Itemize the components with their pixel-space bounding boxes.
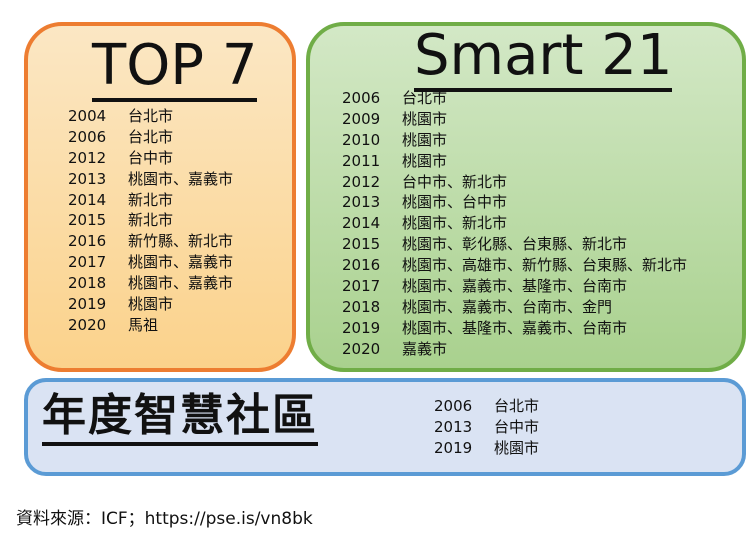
list-item: 2012 台中市 xyxy=(68,148,233,169)
year-label: 2018 xyxy=(342,297,381,316)
list-item: 2015 桃園市、彰化縣、台東縣、新北市 xyxy=(342,234,687,255)
year-label: 2006 xyxy=(434,397,473,415)
year-label: 2015 xyxy=(342,235,381,254)
list-item: 2018 桃園市、嘉義市 xyxy=(68,273,233,294)
year-label: 2012 xyxy=(342,172,381,191)
year-label: 2006 xyxy=(68,127,107,146)
year-label: 2016 xyxy=(342,256,381,275)
list-item: 2006 台北市 xyxy=(342,88,687,109)
year-label: 2006 xyxy=(342,89,381,107)
places-label: 新北市 xyxy=(128,190,174,209)
list-item: 2020 馬祖 xyxy=(68,315,233,336)
list-item: 2017 桃園市、嘉義市、基隆市、台南市 xyxy=(342,276,687,297)
list-item: 2013 桃園市、台中市 xyxy=(342,192,687,213)
list-item: 2015 新北市 xyxy=(68,210,233,231)
places-label: 桃園市 xyxy=(402,151,448,170)
places-label: 台北市 xyxy=(128,107,174,125)
top7-panel: TOP 7 2004 台北市 2006 台北市 2012 台中市 2013 桃園市、嘉義市 20… xyxy=(24,22,296,372)
list-item: 2016 新竹縣、新北市 xyxy=(68,231,233,252)
list-item: 2016 桃園市、高雄市、新竹縣、台東縣、新北市 xyxy=(342,255,687,276)
list-item: 2017 桃園市、嘉義市 xyxy=(68,252,233,273)
source-note: 資料來源：ICF；https://pse.is/vn8bk xyxy=(16,509,313,529)
places-label: 台中市 xyxy=(494,417,540,436)
year-label: 2009 xyxy=(342,109,381,128)
year-label: 2011 xyxy=(342,151,381,170)
list-item: 2006 台北市 xyxy=(68,127,233,148)
places-label: 桃園市、彰化縣、台東縣、新北市 xyxy=(402,235,628,254)
year-label: 2019 xyxy=(68,295,107,314)
list-item: 2011 桃園市 xyxy=(342,151,687,172)
places-label: 桃園市、嘉義市 xyxy=(128,253,234,272)
list-item: 2006 台北市 xyxy=(434,396,539,417)
places-label: 桃園市 xyxy=(128,295,174,314)
year-label: 2018 xyxy=(68,274,107,293)
places-label: 桃園市 xyxy=(402,130,448,149)
community-title: 年度智慧社區 xyxy=(42,394,318,446)
list-item: 2019 桃園市、基隆市、嘉義市、台南市 xyxy=(342,318,687,339)
list-item: 2018 桃園市、嘉義市、台南市、金門 xyxy=(342,297,687,318)
year-label: 2013 xyxy=(68,169,107,188)
list-item: 2013 桃園市、嘉義市 xyxy=(68,169,233,190)
year-label: 2013 xyxy=(434,417,473,436)
year-label: 2019 xyxy=(342,318,381,337)
list-item: 2004 台北市 xyxy=(68,106,233,127)
year-label: 2004 xyxy=(68,107,107,125)
places-label: 新北市 xyxy=(128,211,174,230)
places-label: 台北市 xyxy=(494,397,540,415)
places-label: 桃園市、基隆市、嘉義市、台南市 xyxy=(402,318,628,337)
year-label: 2015 xyxy=(68,211,107,230)
community-list: 2006 台北市 2013 台中市 2019 桃園市 xyxy=(434,396,539,459)
places-label: 桃園市、嘉義市、台南市、金門 xyxy=(402,297,613,316)
list-item: 2019 桃園市 xyxy=(434,438,539,459)
places-label: 桃園市、高雄市、新竹縣、台東縣、新北市 xyxy=(402,256,688,275)
smart21-list: 2006 台北市 2009 桃園市 2010 桃園市 2011 桃園市 2012 台中市、新北市 2… xyxy=(342,88,687,360)
year-label: 2017 xyxy=(68,253,107,272)
year-label: 2017 xyxy=(342,277,381,296)
year-label: 2020 xyxy=(68,315,107,334)
places-label: 桃園市 xyxy=(402,109,448,128)
list-item: 2013 台中市 xyxy=(434,417,539,438)
places-label: 桃園市、新北市 xyxy=(402,214,508,233)
smart21-title: Smart 21 xyxy=(414,28,673,92)
places-label: 台北市 xyxy=(402,89,448,107)
list-item: 2014 新北市 xyxy=(68,190,233,211)
places-label: 桃園市、台中市 xyxy=(402,193,508,212)
places-label: 新竹縣、新北市 xyxy=(128,232,234,251)
year-label: 2014 xyxy=(342,214,381,233)
places-label: 桃園市、嘉義市 xyxy=(128,274,234,293)
top7-list: 2004 台北市 2006 台北市 2012 台中市 2013 桃園市、嘉義市 2014 新北市 2… xyxy=(68,106,233,336)
places-label: 桃園市 xyxy=(494,438,540,457)
top7-title: TOP 7 xyxy=(92,38,258,102)
year-label: 2016 xyxy=(68,232,107,251)
year-label: 2010 xyxy=(342,130,381,149)
list-item: 2012 台中市、新北市 xyxy=(342,172,687,193)
list-item: 2010 桃園市 xyxy=(342,130,687,151)
places-label: 台中市 xyxy=(128,148,174,167)
community-panel: 年度智慧社區 2006 台北市 2013 台中市 2019 桃園市 xyxy=(24,378,746,476)
year-label: 2012 xyxy=(68,148,107,167)
places-label: 桃園市、嘉義市、基隆市、台南市 xyxy=(402,277,628,296)
places-label: 台北市 xyxy=(128,127,174,146)
year-label: 2013 xyxy=(342,193,381,212)
places-label: 嘉義市 xyxy=(402,339,448,358)
smart21-panel: Smart 21 2006 台北市 2009 桃園市 2010 桃園市 2011 桃園市 201… xyxy=(306,22,746,372)
year-label: 2020 xyxy=(342,339,381,358)
list-item: 2020 嘉義市 xyxy=(342,339,687,360)
places-label: 桃園市、嘉義市 xyxy=(128,169,234,188)
year-label: 2019 xyxy=(434,438,473,457)
list-item: 2019 桃園市 xyxy=(68,294,233,315)
places-label: 台中市、新北市 xyxy=(402,172,508,191)
year-label: 2014 xyxy=(68,190,107,209)
places-label: 馬祖 xyxy=(128,315,159,334)
list-item: 2009 桃園市 xyxy=(342,109,687,130)
list-item: 2014 桃園市、新北市 xyxy=(342,213,687,234)
